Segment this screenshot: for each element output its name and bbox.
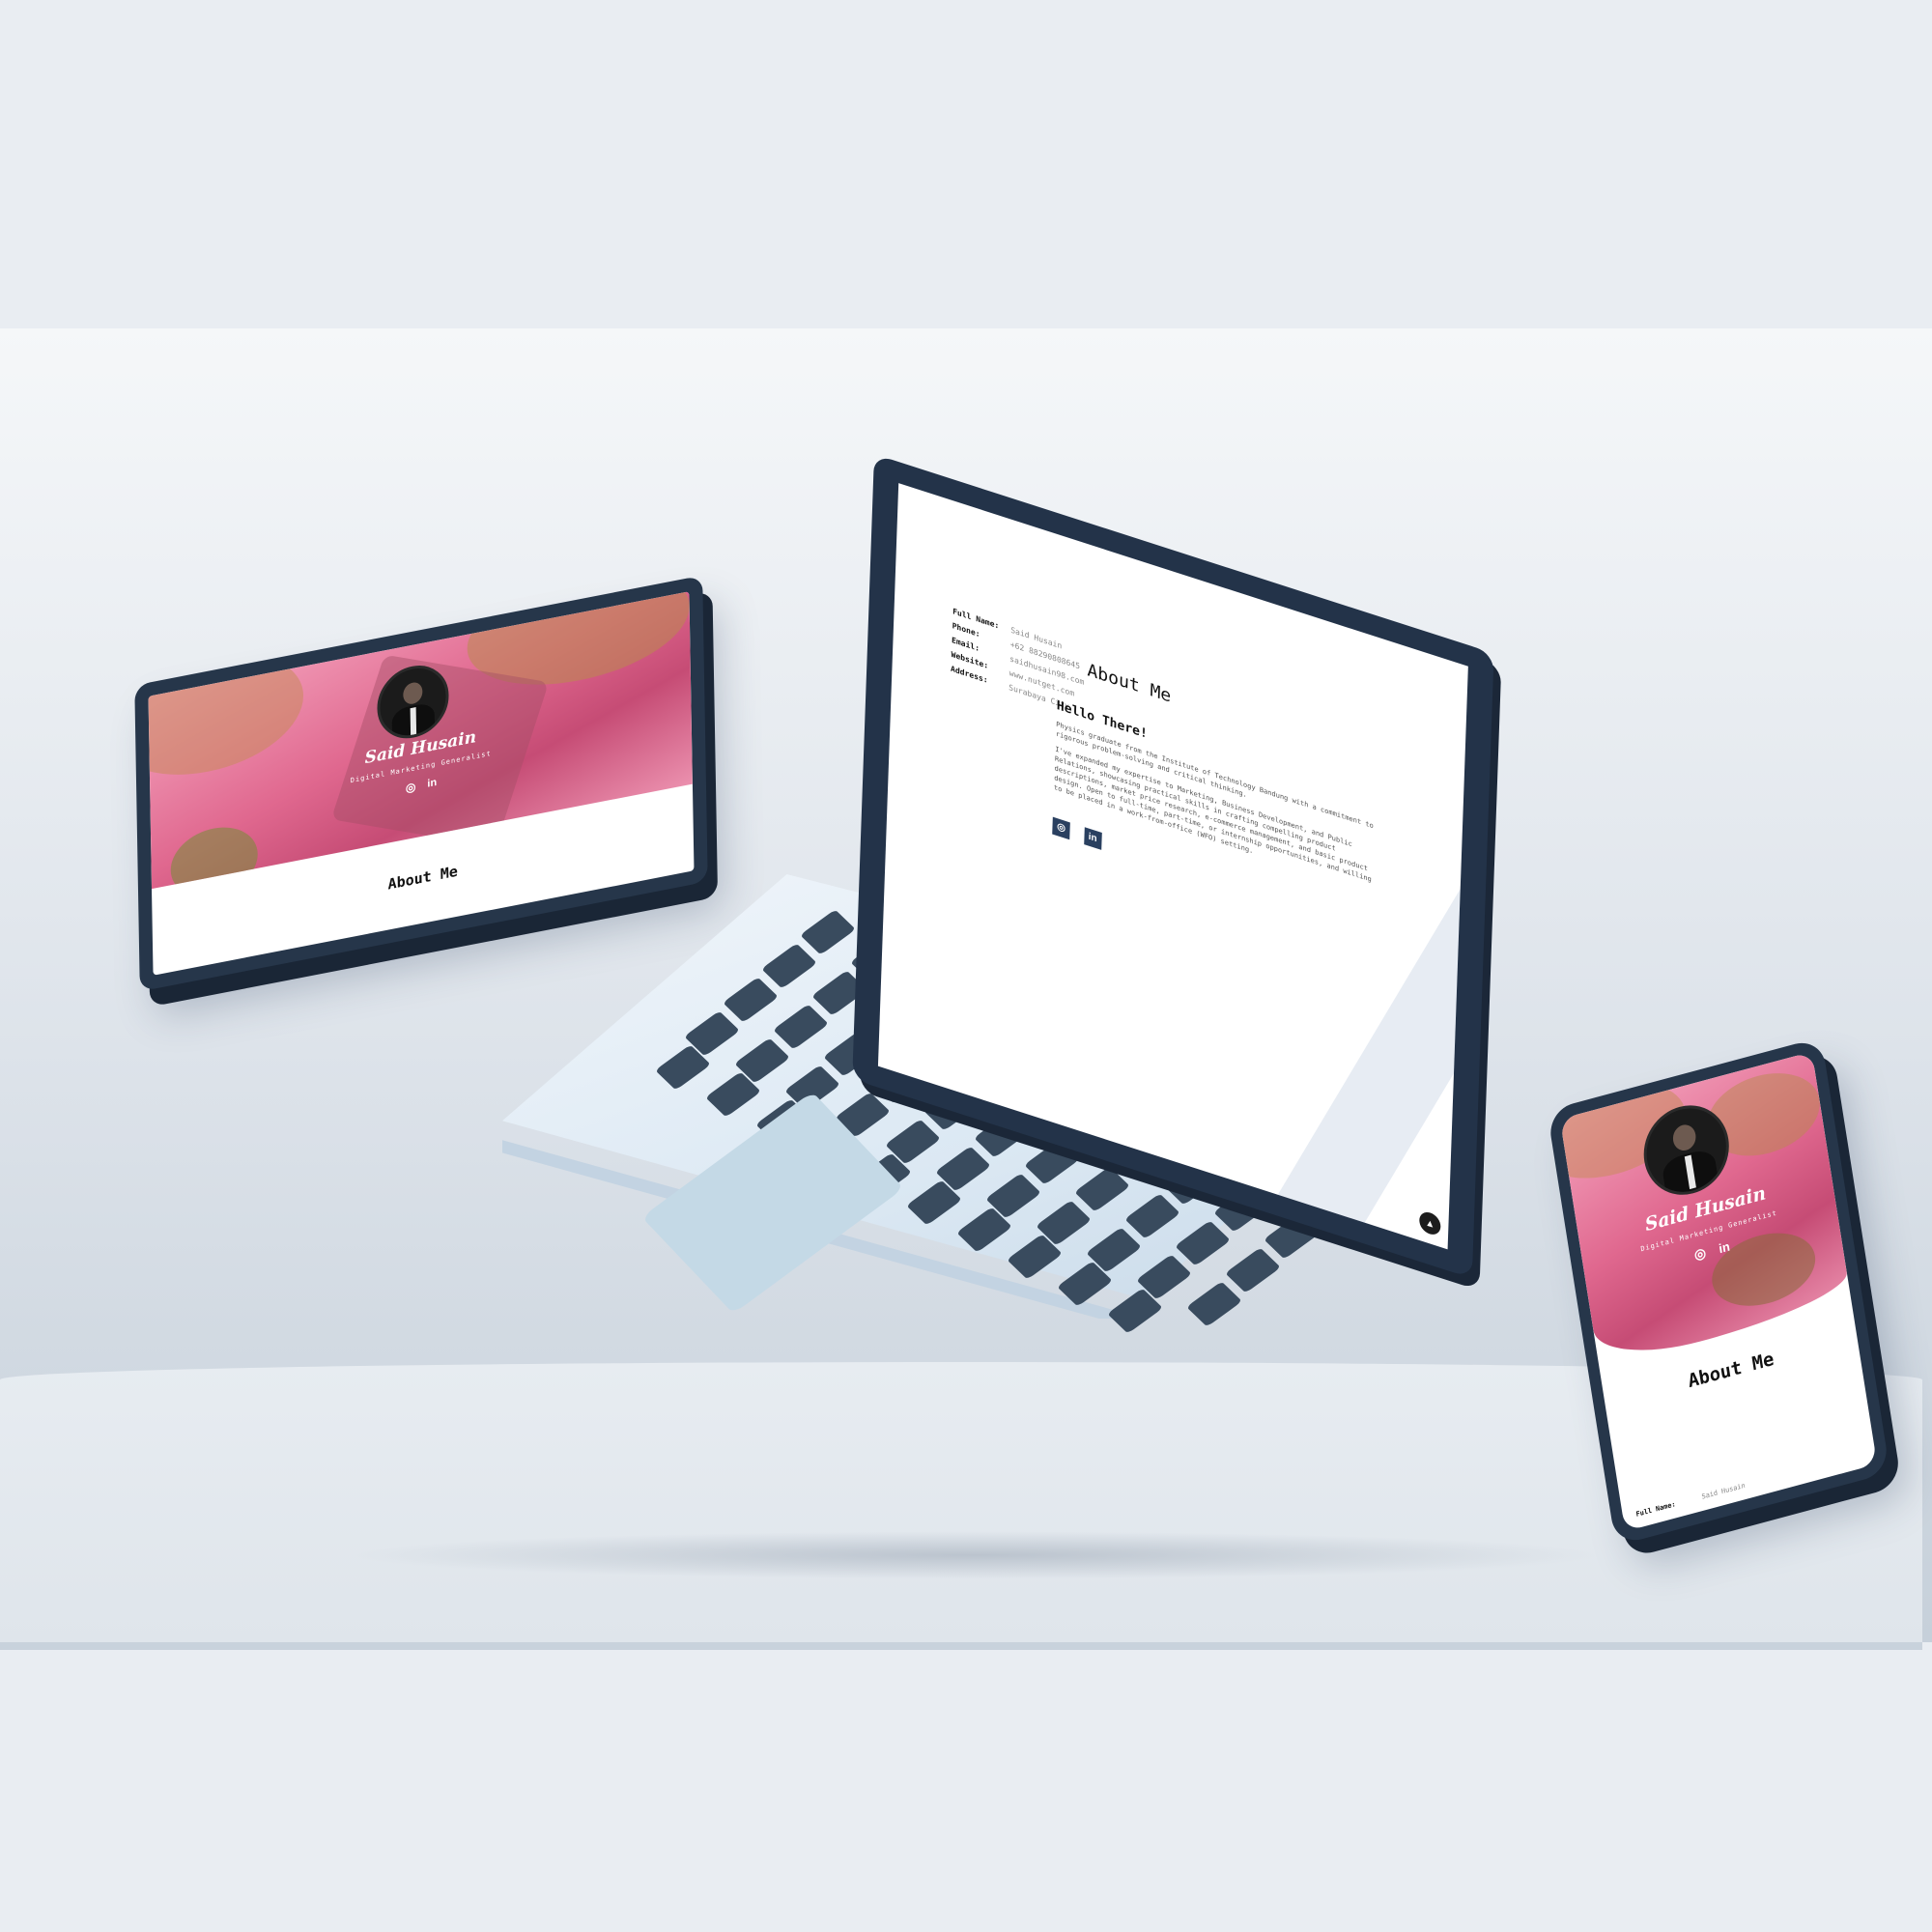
arrow-up-icon[interactable]: ▲ [1418, 1209, 1441, 1237]
linkedin-icon[interactable]: in [1718, 1237, 1731, 1257]
info-row: Full Name: Said Husain [1635, 1482, 1746, 1519]
linkedin-icon[interactable]: in [1083, 826, 1102, 850]
social-links: ◎ in [1052, 813, 1106, 851]
phone-screen: Said Husain Digital Marketing Generalist… [1559, 1051, 1878, 1532]
screen-glare [1243, 699, 1468, 1250]
info-label: Full Name: [1635, 1500, 1677, 1519]
linkedin-icon[interactable]: in [427, 776, 437, 791]
instagram-icon[interactable]: ◎ [406, 780, 416, 795]
about-title: About Me [1087, 660, 1172, 707]
instagram-icon[interactable]: ◎ [1052, 816, 1070, 839]
instagram-icon[interactable]: ◎ [1693, 1244, 1707, 1264]
info-value: Said Husain [1701, 1481, 1747, 1501]
floor-shadow [348, 1531, 1604, 1579]
